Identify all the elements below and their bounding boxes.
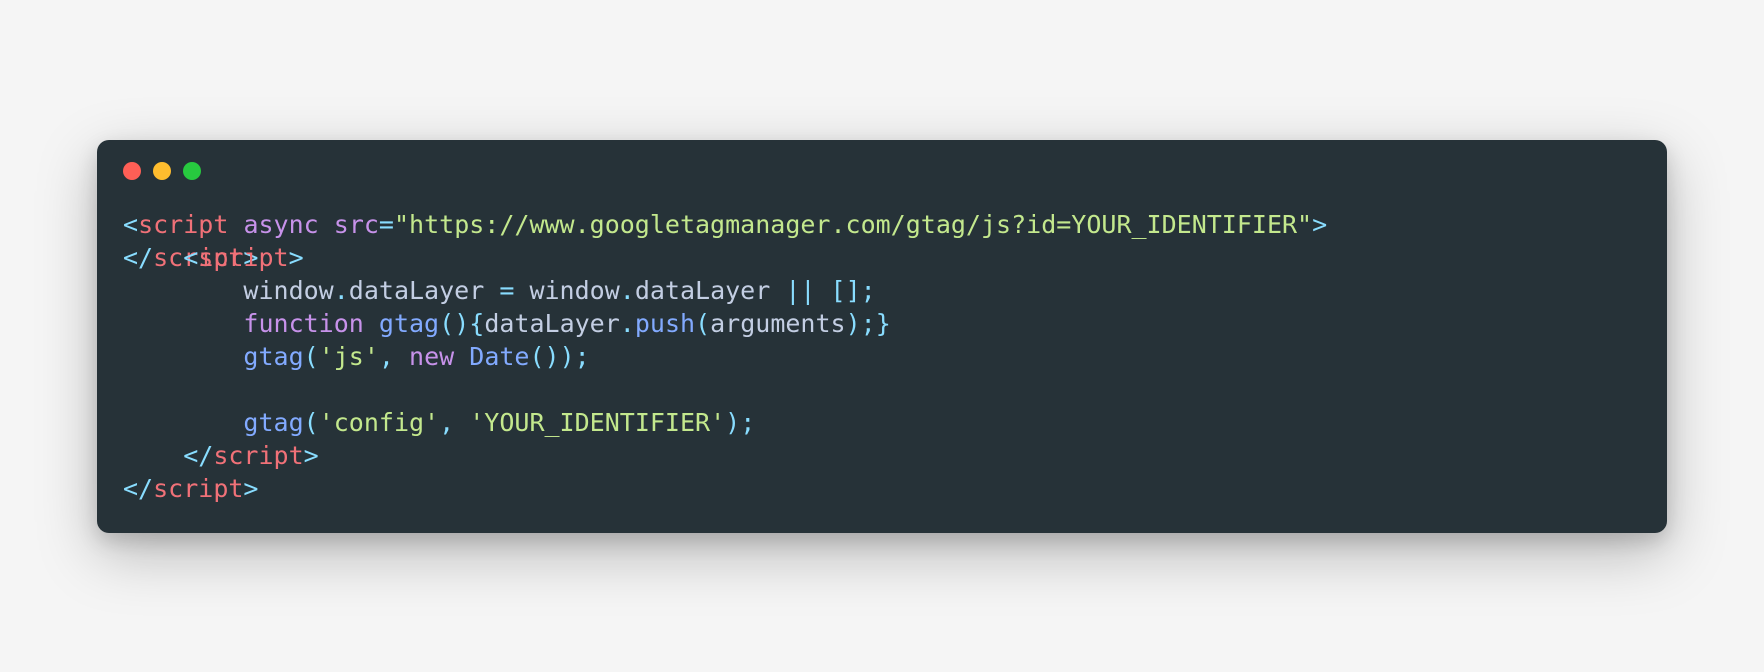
code-token: 'config': [319, 408, 439, 437]
code-token: [123, 243, 183, 272]
code-token: [514, 276, 529, 305]
code-token: .: [620, 309, 635, 338]
code-token: [484, 276, 499, 305]
code-token: >: [243, 474, 258, 503]
code-token: (: [304, 342, 319, 371]
code-token: 'YOUR_IDENTIFIER': [469, 408, 725, 437]
code-token: ]: [846, 276, 861, 305]
code-token: [364, 309, 379, 338]
code-token: ;: [740, 408, 755, 437]
code-token: "https://www.googletagmanager.com/gtag/j…: [394, 210, 1312, 239]
code-token: dataLayer: [635, 276, 770, 305]
code-token: [454, 408, 469, 437]
code-token: [: [831, 276, 846, 305]
code-token: src: [334, 210, 379, 239]
code-token: [228, 210, 243, 239]
code-token: ): [725, 408, 740, 437]
code-token: [123, 408, 243, 437]
code-token: (: [439, 309, 454, 338]
code-token: dataLayer: [349, 276, 484, 305]
code-token: {: [469, 309, 484, 338]
code-token: ;: [861, 309, 876, 338]
code-token: [815, 276, 830, 305]
code-token: window: [243, 276, 333, 305]
code-token: (: [695, 309, 710, 338]
code-token: ;: [861, 276, 876, 305]
code-token: script: [138, 210, 228, 239]
code-token: new: [409, 342, 454, 371]
code-token: ): [560, 342, 575, 371]
code-token: ||: [785, 276, 815, 305]
code-token: ): [454, 309, 469, 338]
code-token: (: [529, 342, 544, 371]
code-token: [770, 276, 785, 305]
code-token: push: [635, 309, 695, 338]
code-token: script: [153, 474, 243, 503]
code-token: dataLayer: [484, 309, 619, 338]
code-token: ): [846, 309, 861, 338]
code-token: (: [304, 408, 319, 437]
code-token: [123, 276, 243, 305]
code-token: =: [499, 276, 514, 305]
code-token: >: [1312, 210, 1327, 239]
code-token: Date: [469, 342, 529, 371]
code-token: window: [529, 276, 619, 305]
code-token: ,: [439, 408, 454, 437]
code-token: }: [876, 309, 891, 338]
minimize-dot-icon: [153, 162, 171, 180]
code-token: script: [213, 441, 303, 470]
overlapping-line: </script> <script>: [123, 241, 304, 274]
code-token: ,: [379, 342, 394, 371]
code-token: [123, 309, 243, 338]
code-token: </: [183, 441, 213, 470]
zoom-dot-icon: [183, 162, 201, 180]
code-token: gtag: [243, 342, 303, 371]
code-token: [319, 210, 334, 239]
code-block: <script async src="https://www.googletag…: [97, 180, 1667, 533]
code-token: .: [334, 276, 349, 305]
code-token: =: [379, 210, 394, 239]
code-token: </: [123, 474, 153, 503]
code-token: 'js': [319, 342, 379, 371]
code-token: [123, 342, 243, 371]
code-window: <script async src="https://www.googletag…: [97, 140, 1667, 533]
code-token: ): [545, 342, 560, 371]
code-token: script: [198, 243, 288, 272]
close-dot-icon: [123, 162, 141, 180]
window-titlebar: [97, 140, 1667, 180]
code-token: ;: [575, 342, 590, 371]
code-token: [454, 342, 469, 371]
code-token: gtag: [243, 408, 303, 437]
code-token: [394, 342, 409, 371]
code-token: gtag: [379, 309, 439, 338]
code-token: arguments: [710, 309, 845, 338]
code-token: function: [243, 309, 363, 338]
code-token: <: [123, 210, 138, 239]
code-token: .: [620, 276, 635, 305]
code-token: >: [289, 243, 304, 272]
code-token: >: [304, 441, 319, 470]
code-token: <: [183, 243, 198, 272]
code-token: async: [243, 210, 318, 239]
code-token: [123, 441, 183, 470]
